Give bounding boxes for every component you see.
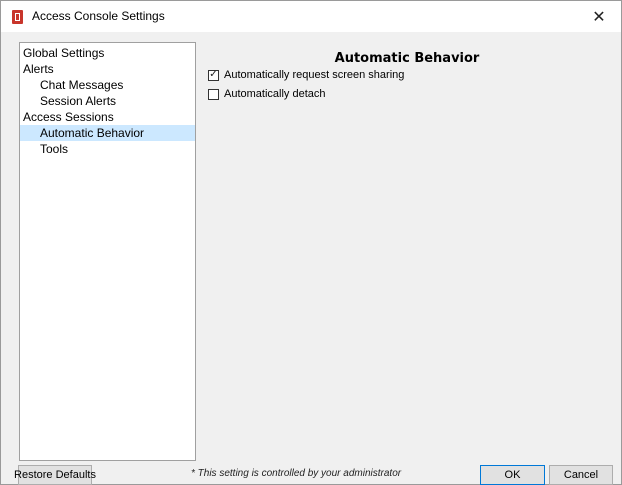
settings-window: Access Console Settings ✕ Global Setting… <box>0 0 622 485</box>
ok-button[interactable]: OK <box>480 465 545 485</box>
title-bar: Access Console Settings ✕ <box>1 1 621 32</box>
tree-item-tools[interactable]: Tools <box>20 141 195 157</box>
checkbox-automatically-detach[interactable] <box>208 88 219 100</box>
cancel-button[interactable]: Cancel <box>549 465 613 485</box>
checkbox-request-screen-sharing[interactable]: ✓ <box>208 69 219 81</box>
settings-tree[interactable]: Global Settings Alerts Chat Messages Ses… <box>19 42 196 461</box>
tree-item-alerts[interactable]: Alerts <box>20 61 195 77</box>
section-title: Automatic Behavior <box>334 51 480 66</box>
admin-controlled-note: * This setting is controlled by your adm… <box>191 468 402 479</box>
tree-item-automatic-behavior[interactable]: Automatic Behavior <box>20 125 195 141</box>
tree-item-session-alerts[interactable]: Session Alerts <box>20 93 195 109</box>
option-label: Automatically request screen sharing <box>224 69 405 81</box>
option-automatically-detach[interactable]: Automatically detach <box>208 87 326 101</box>
tree-item-global-settings[interactable]: Global Settings <box>20 45 195 61</box>
option-request-screen-sharing[interactable]: ✓ Automatically request screen sharing <box>208 68 404 82</box>
close-icon[interactable]: ✕ <box>577 1 621 32</box>
tree-item-access-sessions[interactable]: Access Sessions <box>20 109 195 125</box>
restore-defaults-button[interactable]: Restore Defaults <box>14 465 96 485</box>
app-icon <box>12 10 23 24</box>
checkmark-icon: ✓ <box>209 69 218 80</box>
window-title: Access Console Settings <box>32 9 165 23</box>
option-label: Automatically detach <box>224 88 326 100</box>
tree-item-chat-messages[interactable]: Chat Messages <box>20 77 195 93</box>
